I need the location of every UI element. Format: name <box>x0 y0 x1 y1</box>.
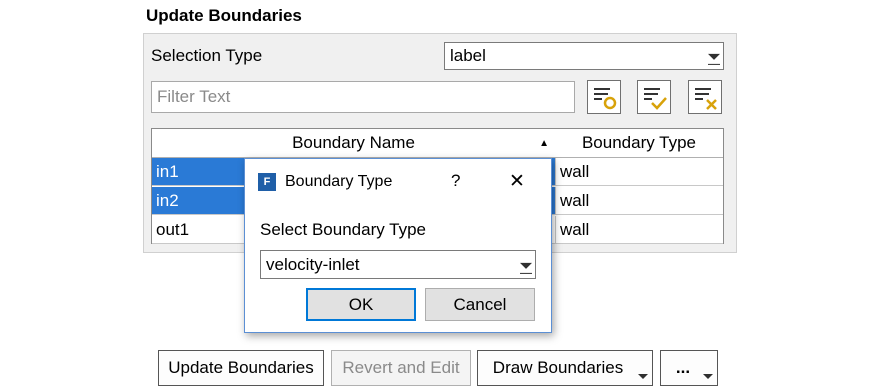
filter-clear-button[interactable] <box>688 80 722 114</box>
chevron-down-icon <box>708 53 720 65</box>
filter-select-icon <box>594 88 617 110</box>
panel-title: Update Boundaries <box>146 6 302 25</box>
dialog-title: Boundary Type <box>285 173 393 190</box>
filter-placeholder: Filter Text <box>157 87 231 106</box>
cancel-button[interactable]: Cancel <box>425 288 535 321</box>
chevron-down-icon <box>520 262 532 274</box>
more-options-button[interactable]: ... <box>660 350 718 386</box>
fluent-app-icon: F <box>258 173 276 191</box>
ok-button[interactable]: OK <box>306 288 416 321</box>
boundary-name-header-label: Boundary Name <box>292 133 415 152</box>
dropdown-arrow-icon <box>703 374 713 379</box>
boundary-type-value: velocity-inlet <box>266 254 360 274</box>
filter-select-button[interactable] <box>587 80 621 114</box>
draw-boundaries-label: Draw Boundaries <box>492 358 624 377</box>
filter-clear-icon <box>695 88 717 110</box>
draw-boundaries-button[interactable]: Draw Boundaries <box>477 350 653 386</box>
select-boundary-type-label: Select Boundary Type <box>260 220 427 239</box>
table-row-type[interactable]: wall <box>555 187 723 215</box>
boundary-type-dialog: F Boundary Type ? ✕ Select Boundary Type… <box>244 158 552 333</box>
dropdown-arrow-icon <box>638 374 648 379</box>
help-icon[interactable]: ? <box>451 171 460 191</box>
selection-type-value: label <box>450 46 486 65</box>
boundary-type-dropdown[interactable]: velocity-inlet <box>260 250 536 279</box>
table-row-type[interactable]: wall <box>555 158 723 186</box>
boundary-type-header[interactable]: Boundary Type <box>555 129 723 158</box>
table-row-type[interactable]: wall <box>555 216 723 244</box>
selection-type-label: Selection Type <box>151 46 263 65</box>
revert-and-edit-button: Revert and Edit <box>331 350 471 386</box>
filter-check-icon <box>644 88 667 110</box>
filter-text-input[interactable]: Filter Text <box>151 81 575 113</box>
close-icon[interactable]: ✕ <box>509 170 525 193</box>
sort-ascending-icon: ▲ <box>539 137 549 149</box>
update-boundaries-button[interactable]: Update Boundaries <box>158 350 324 386</box>
more-options-label: ... <box>675 358 691 377</box>
selection-type-dropdown[interactable]: label <box>444 42 724 70</box>
filter-check-button[interactable] <box>637 80 671 114</box>
boundary-name-header[interactable]: Boundary Name ▲ <box>152 129 556 158</box>
